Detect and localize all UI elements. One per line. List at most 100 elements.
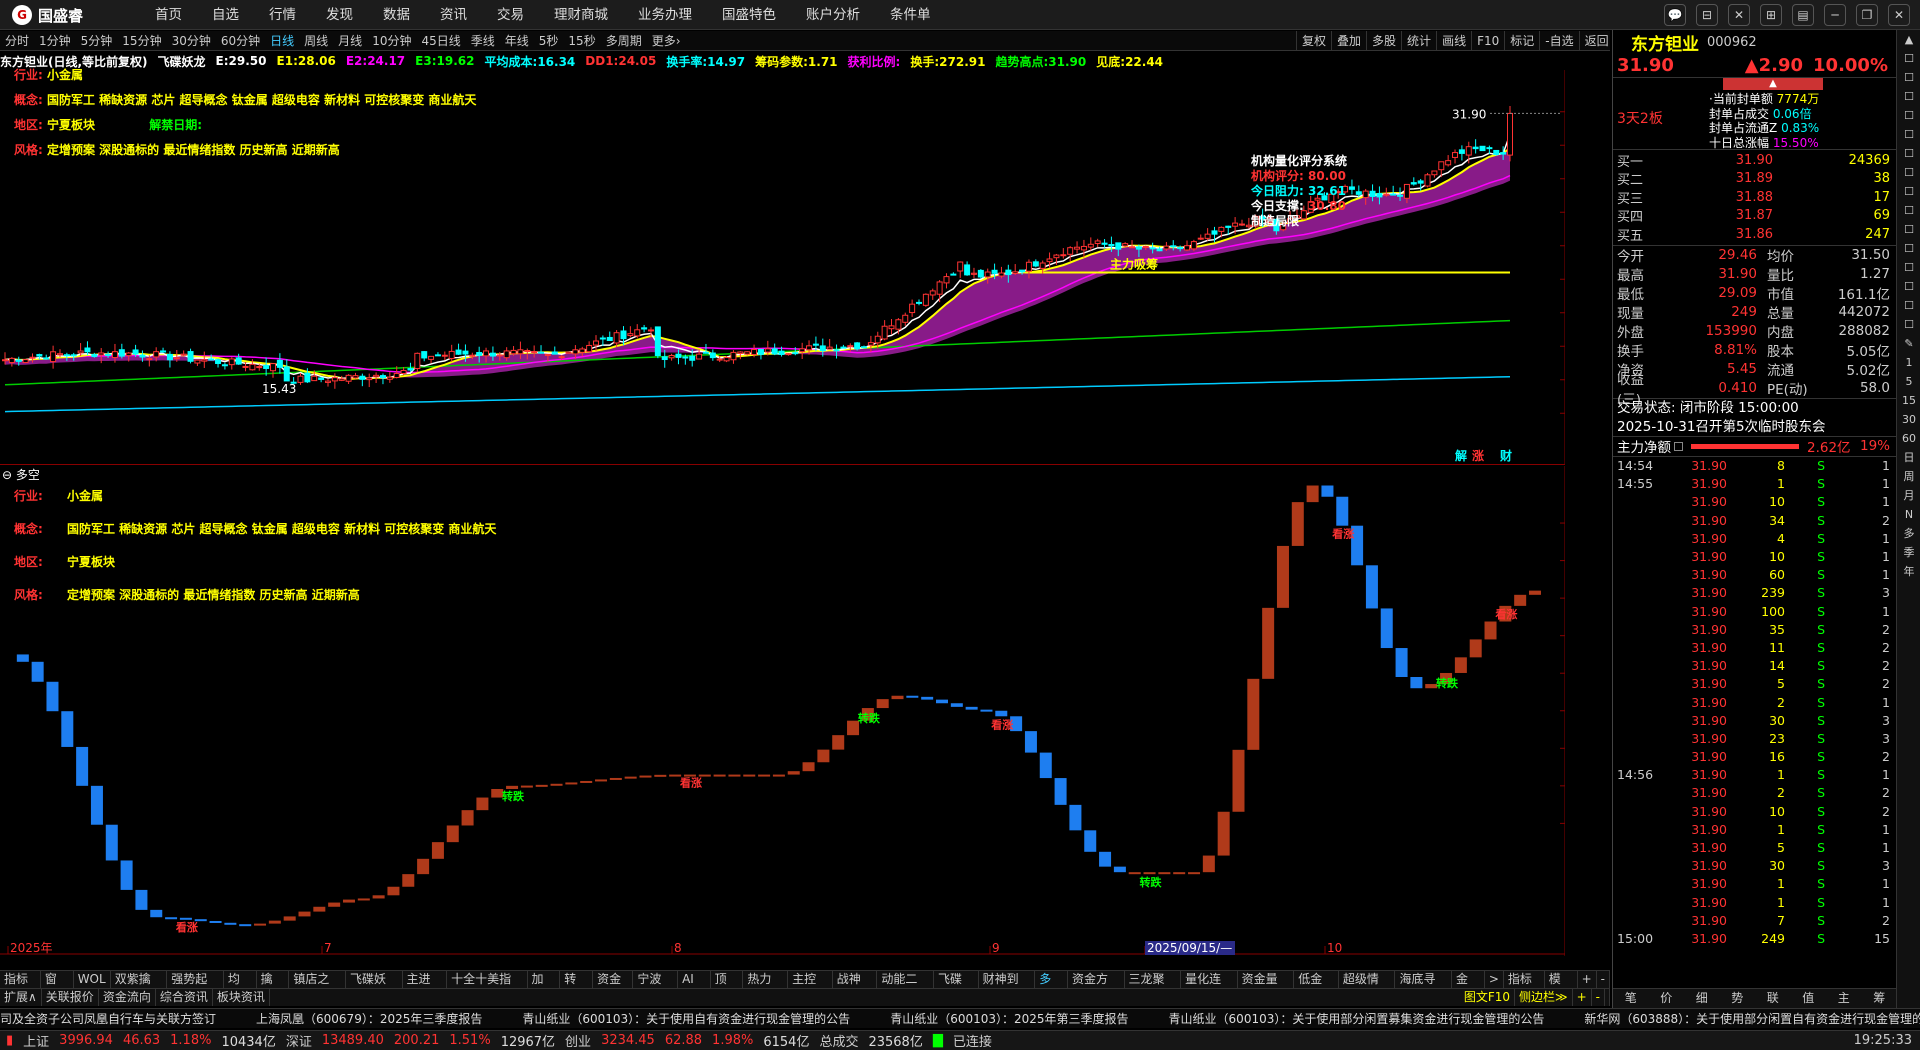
side-tool[interactable]: ☐ — [1897, 144, 1920, 163]
sub-collapse-icon[interactable]: ⊖ — [2, 468, 12, 482]
indicator-tab[interactable]: 海底寻宝 — [1395, 971, 1453, 1003]
menu-item[interactable]: 发现 — [311, 0, 368, 30]
side-panel-button[interactable]: 侧边栏≫ — [1515, 989, 1573, 1006]
side-tool[interactable]: 日 — [1897, 448, 1920, 467]
news-item[interactable]: 新华网（603888）：关于使用部分闲置自有资金进行现金管理的 — [1584, 1012, 1920, 1026]
quote-tab[interactable]: 价 — [1649, 989, 1685, 1008]
chart-button[interactable]: 叠加 — [1331, 31, 1366, 51]
indicator-tab[interactable]: 十全十美指标 — [447, 971, 528, 1003]
side-tool[interactable]: ☐ — [1897, 106, 1920, 125]
indicator-tab[interactable]: 擒龙 — [257, 971, 290, 1003]
side-tool[interactable]: ☐ — [1897, 68, 1920, 87]
chart-button[interactable]: 多股 — [1366, 31, 1401, 51]
indicator-tab[interactable]: - — [1597, 971, 1610, 988]
side-tool[interactable]: 月 — [1897, 486, 1920, 505]
side-tool[interactable]: 年 — [1897, 562, 1920, 581]
side-tool[interactable]: ☐ — [1897, 125, 1920, 144]
side-tool[interactable]: 5 — [1897, 372, 1920, 391]
indicator-tab[interactable]: 镇店之宝 — [289, 971, 346, 1003]
side-tool[interactable]: ☐ — [1897, 87, 1920, 106]
chart-button[interactable]: 复权 — [1296, 31, 1331, 51]
side-tool[interactable]: ☐ — [1897, 220, 1920, 239]
indicator-tab[interactable]: 加仓 — [528, 971, 561, 1003]
indicator-tab[interactable]: WOL — [74, 971, 111, 988]
period-tab[interactable]: 周线 — [299, 32, 333, 49]
chart-button[interactable]: F10 — [1471, 31, 1504, 51]
indicator-tab[interactable]: 超级情绪 — [1339, 971, 1396, 1003]
menu-item[interactable]: 理财商城 — [539, 0, 623, 30]
side-tool[interactable]: 60 — [1897, 429, 1920, 448]
menu-item[interactable]: 账户分析 — [791, 0, 875, 30]
side-tool[interactable]: ☐ — [1897, 277, 1920, 296]
net-flow-toggle-icon[interactable] — [1674, 441, 1683, 451]
indicator-tab[interactable]: 主进出 — [403, 971, 448, 1003]
indicator-tab[interactable]: 三龙聚首 — [1125, 971, 1182, 1003]
period-tab[interactable]: 多周期 — [601, 32, 647, 49]
side-tool[interactable]: 周 — [1897, 467, 1920, 486]
menu-item[interactable]: 行情 — [254, 0, 311, 30]
quote-tab[interactable]: 筹 — [1862, 989, 1898, 1008]
window-button[interactable]: ▤ — [1792, 4, 1814, 26]
news-item[interactable]: 青山纸业（600103）：关于使用部分闲置募集资金进行现金管理的公告 — [1169, 1012, 1545, 1026]
indicator-tab[interactable]: 飞碟妖龙 — [346, 971, 403, 1003]
side-tool[interactable]: ☐ — [1897, 296, 1920, 315]
period-tab[interactable]: 30分钟 — [167, 32, 216, 49]
period-tab[interactable]: 1分钟 — [34, 32, 76, 49]
quote-tab[interactable]: 联 — [1755, 989, 1791, 1008]
side-tool[interactable]: 15 — [1897, 391, 1920, 410]
quote-tab[interactable]: 值 — [1791, 989, 1827, 1008]
indicator-tab[interactable]: 多空 — [1035, 971, 1068, 1003]
sub-indicator-chart[interactable]: 0.800.700.600.500.400.300.200.100.00看涨转跌… — [0, 466, 1607, 956]
indicator-tab[interactable]: 资金量能 — [1238, 971, 1295, 1003]
indicator-tab[interactable]: 模板 — [1545, 971, 1578, 1003]
indicator-tab[interactable]: 金叉 — [1452, 971, 1485, 1003]
menu-item[interactable]: 自选 — [197, 0, 254, 30]
side-tool[interactable]: ☐ — [1897, 49, 1920, 68]
side-tool[interactable]: ▲ — [1897, 30, 1920, 49]
side-tool[interactable]: 多 — [1897, 524, 1920, 543]
indicator-tab[interactable]: AI龙 — [678, 971, 711, 1003]
window-button[interactable]: 💬 — [1664, 4, 1686, 26]
chart-button[interactable]: -自选 — [1539, 31, 1578, 51]
side-panel-button[interactable]: - — [1592, 989, 1605, 1006]
indicator-tab[interactable]: > — [1485, 971, 1504, 988]
indicator-tab[interactable]: 量化连板 — [1181, 971, 1238, 1003]
extend-tab[interactable]: 资金流向 — [99, 989, 156, 1006]
quote-tab[interactable]: 主 — [1826, 989, 1862, 1008]
side-tool[interactable]: ☐ — [1897, 163, 1920, 182]
window-button[interactable]: ❐ — [1856, 4, 1878, 26]
indicator-tab[interactable]: 主控盘 — [788, 971, 833, 1003]
period-tab[interactable]: 日线 — [265, 32, 299, 49]
extend-tab[interactable]: 扩展∧ — [0, 989, 42, 1006]
window-button[interactable]: ✕ — [1728, 4, 1750, 26]
period-tab[interactable]: 季线 — [466, 32, 500, 49]
news-item[interactable]: 上海凤凰（600679）：2025年三季度报告 — [256, 1012, 482, 1026]
indicator-tab[interactable]: 指标B — [1504, 971, 1545, 1003]
menu-item[interactable]: 国盛特色 — [707, 0, 791, 30]
menu-item[interactable]: 数据 — [368, 0, 425, 30]
indicator-tab[interactable]: 双紫擒龙 — [111, 971, 168, 1003]
indicator-tab[interactable]: 战神号 — [833, 971, 878, 1003]
indicator-tab[interactable]: 转点 — [560, 971, 594, 1003]
indicator-tab[interactable]: 窗口 — [41, 971, 74, 1003]
side-tool[interactable]: N — [1897, 505, 1920, 524]
indicator-tab[interactable]: 指标A — [0, 971, 41, 1003]
chart-button[interactable]: 画线 — [1436, 31, 1471, 51]
period-tab[interactable]: 10分钟 — [367, 32, 416, 49]
extend-tab[interactable]: 板块资讯 — [213, 989, 270, 1006]
indicator-tab[interactable]: 低金叉 — [1294, 971, 1339, 1003]
period-tab[interactable]: 年线 — [500, 32, 534, 49]
news-item[interactable]: 青山纸业（600103）：2025年第三季度报告 — [890, 1012, 1128, 1026]
chart-button[interactable]: 统计 — [1401, 31, 1436, 51]
menu-item[interactable]: 资讯 — [425, 0, 482, 30]
extend-tab[interactable]: 综合资讯 — [156, 989, 213, 1006]
side-tool[interactable]: ☐ — [1897, 201, 1920, 220]
indicator-tab[interactable]: 顶底 — [711, 971, 744, 1003]
side-tool[interactable]: ☐ — [1897, 258, 1920, 277]
side-tool[interactable]: 1 — [1897, 353, 1920, 372]
news-item[interactable]: 青山纸业（600103）：关于使用自有资金进行现金管理的公告 — [522, 1012, 850, 1026]
window-button[interactable]: ─ — [1824, 4, 1846, 26]
indicator-tab[interactable]: 财神到家 — [979, 971, 1036, 1003]
period-tab[interactable]: 月线 — [333, 32, 367, 49]
period-tab[interactable]: 15秒 — [563, 32, 600, 49]
